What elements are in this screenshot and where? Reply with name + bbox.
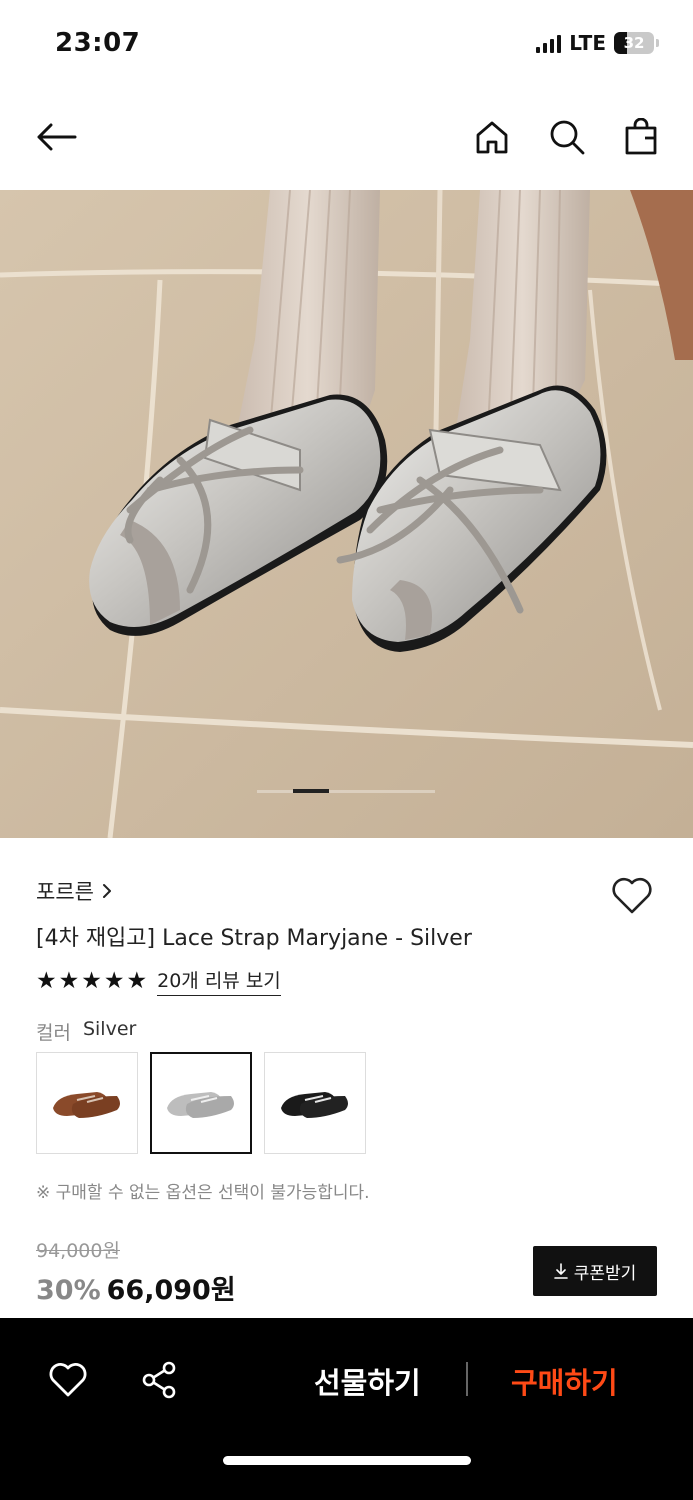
option-notice: ※ 구매할 수 없는 옵션은 선택이 불가능합니다. (36, 1183, 370, 1203)
brand-name: 포르른 (36, 880, 94, 904)
star-icon: ★ (103, 967, 125, 994)
coupon-label: 쿠폰받기 (573, 1263, 637, 1284)
color-swatches (36, 1052, 366, 1154)
home-button[interactable] (467, 112, 517, 162)
shoe-thumbnail-black (281, 1092, 348, 1118)
search-button[interactable] (542, 112, 592, 162)
color-label: 컬러 (36, 1022, 71, 1044)
original-price: 94,000원 (36, 1240, 120, 1262)
buy-button[interactable]: 구매하기 (511, 1360, 618, 1402)
download-icon (553, 1263, 568, 1279)
swatch-brown[interactable] (36, 1052, 138, 1154)
share-button[interactable] (138, 1358, 182, 1402)
share-icon (142, 1361, 176, 1399)
home-indicator (223, 1456, 471, 1465)
shoe-thumbnail-brown (53, 1092, 120, 1118)
battery-icon: 32 (614, 32, 654, 54)
swatch-silver[interactable] (150, 1052, 252, 1154)
bottom-wishlist-button[interactable] (46, 1358, 90, 1402)
divider (466, 1362, 468, 1396)
signal-icon (536, 33, 562, 53)
cart-button[interactable] (616, 112, 666, 162)
sale-price: 66,090원 (106, 1275, 236, 1306)
discount-rate: 30% (36, 1275, 101, 1306)
heart-icon (49, 1363, 87, 1397)
status-bar: 23:07 LTE 32 (0, 0, 693, 90)
gift-button[interactable]: 선물하기 (314, 1360, 421, 1402)
back-arrow-icon (37, 123, 77, 151)
heart-icon (612, 877, 652, 914)
battery-level: 32 (623, 34, 645, 52)
price-row: 30% 66,090원 (36, 1268, 236, 1307)
star-icon: ★ (36, 967, 57, 994)
swatch-black[interactable] (264, 1052, 366, 1154)
carousel-indicator-active (293, 789, 329, 793)
shoe-thumbnail-silver (167, 1092, 234, 1118)
wishlist-button[interactable] (609, 873, 655, 919)
status-time: 23:07 (55, 28, 141, 58)
product-image-carousel[interactable] (0, 190, 693, 838)
star-icon: ★ (126, 967, 148, 994)
home-icon (476, 121, 508, 154)
carousel-indicator (257, 789, 435, 793)
rating-row: ★ ★ ★ ★ ★ 20개 리뷰 보기 (36, 966, 281, 996)
shopping-bag-icon (625, 118, 657, 155)
review-link[interactable]: 20개 리뷰 보기 (157, 966, 281, 996)
product-photo (0, 190, 693, 838)
color-option-row: 컬러 Silver (36, 1018, 136, 1045)
top-nav (0, 100, 693, 175)
network-label: LTE (569, 31, 606, 55)
status-right: LTE 32 (536, 31, 659, 55)
chevron-right-icon (102, 884, 111, 898)
search-icon (550, 120, 585, 155)
product-title: [4차 재입고] Lace Strap Maryjane - Silver (36, 926, 472, 951)
color-value: Silver (82, 1018, 137, 1040)
bottom-action-bar: 선물하기 구매하기 (0, 1318, 693, 1500)
star-icon: ★ (81, 967, 102, 994)
star-rating: ★ ★ ★ ★ ★ (36, 967, 148, 994)
coupon-button[interactable]: 쿠폰받기 (533, 1246, 657, 1296)
star-icon: ★ (58, 967, 80, 994)
brand-link[interactable]: 포르른 (36, 876, 114, 906)
back-button[interactable] (31, 112, 81, 162)
